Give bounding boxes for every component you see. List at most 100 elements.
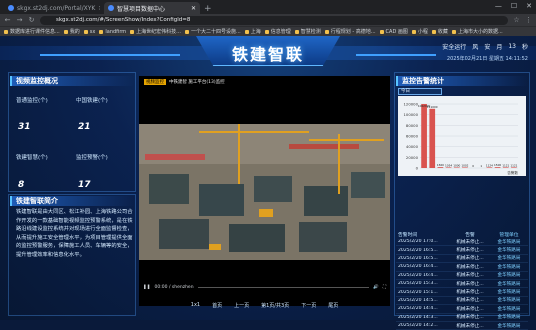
chart-bar[interactable]	[438, 167, 444, 168]
bookmark-item[interactable]: 信息管理	[265, 28, 291, 35]
bookmark-label: 上海市大小的数据...	[458, 28, 503, 35]
video-caption-bar: 视频监控 中铁建智 施工平台(13)监控	[144, 79, 225, 85]
table-row[interactable]: 2025/2/20 15:1...机械未停止...金华铁路局	[396, 288, 528, 296]
chart-bar[interactable]	[454, 167, 460, 168]
pause-icon[interactable]: ❚❚	[143, 285, 151, 290]
folder-icon	[64, 30, 68, 34]
chart-bar[interactable]	[511, 167, 517, 168]
table-header-row: 告警时间 告警 管理单位	[396, 230, 528, 238]
bookmark-label: CAD 画图	[386, 28, 408, 35]
chart-bar[interactable]	[462, 167, 468, 168]
bookmark-item[interactable]: 上海	[245, 28, 261, 35]
chart-bar[interactable]	[429, 109, 435, 168]
bookmark-item[interactable]: sx	[84, 29, 96, 35]
total-monitor-value: 31	[18, 122, 31, 132]
minimize-icon[interactable]: —	[495, 2, 502, 10]
chart-bar[interactable]	[421, 104, 427, 168]
bookmark-label: 行程规划 - 高德地...	[331, 28, 376, 35]
bookmark-item[interactable]: 智慧检测	[295, 28, 321, 35]
smart-monitor-label: 铁建智慧(个)	[16, 153, 48, 161]
close-tab-icon[interactable]: ✕	[191, 5, 196, 12]
reload-icon[interactable]: ↻	[28, 16, 35, 24]
weather-item: 秒	[522, 42, 528, 51]
row-unit: 金华铁路局	[490, 281, 528, 287]
chart-bar[interactable]	[503, 167, 509, 168]
table-row[interactable]: 2025/2/20 14:2...机械未停止...金华铁路局	[396, 322, 528, 330]
row-unit: 金华铁路局	[490, 314, 528, 320]
y-tick-label: 20000	[406, 155, 419, 160]
chart-bar[interactable]	[487, 167, 493, 168]
new-tab-button[interactable]: +	[204, 4, 212, 14]
video-player[interactable]: 视频监控 中铁建智 施工平台(13)监控	[139, 76, 390, 306]
bar-value-label: 1002	[461, 163, 468, 167]
bar-value-label: 1000	[453, 163, 460, 167]
bookmark-item[interactable]: 上海世纪宏伟科技...	[130, 28, 181, 35]
table-row[interactable]: 2025/2/20 16:5...机械未停止...金华铁路局	[396, 246, 528, 254]
bar-value-label: 1500	[494, 163, 501, 167]
menu-dots-icon[interactable]: ⋮	[525, 16, 532, 24]
forward-arrow-icon[interactable]: →	[16, 16, 23, 24]
weather-item: 月	[496, 42, 502, 51]
table-row[interactable]: 2025/2/20 14:4...机械未停止...金华铁路局	[396, 305, 528, 313]
bookmark-item[interactable]: 上海市大小的数据...	[452, 28, 503, 35]
back-arrow-icon[interactable]: ←	[4, 16, 11, 24]
bookmark-item[interactable]: 收藏	[432, 28, 448, 35]
table-row[interactable]: 2025/2/20 14:3...机械未停止...金华铁路局	[396, 314, 528, 322]
tab-label: 智慧项目数据中心	[117, 4, 165, 13]
zoom-select[interactable]: 1x1	[191, 302, 200, 308]
star-icon[interactable]: ☆	[513, 16, 520, 24]
video-progress[interactable]	[198, 287, 370, 288]
row-alert: 机械未停止...	[450, 255, 490, 261]
folder-icon	[432, 30, 436, 34]
address-bar-row: ← → ↻ skgx.st2dj.com/#/ScreenShow/Index?…	[0, 14, 536, 26]
table-row[interactable]: 2025/2/20 16:5...机械未停止...金华铁路局	[396, 255, 528, 263]
browser-tab-portal[interactable]: skgx.st2dj.com/Portal/XYK ✕	[4, 2, 100, 14]
close-window-icon[interactable]: ✕	[526, 2, 532, 10]
folder-icon	[130, 30, 134, 34]
video-frame	[139, 124, 390, 260]
bar-value-label: 1560	[437, 163, 444, 167]
bar-value-label: 1	[480, 164, 482, 168]
folder-icon	[412, 30, 416, 34]
chart-bar[interactable]	[446, 167, 452, 168]
overview-title: 视频监控概况	[10, 76, 134, 86]
row-unit: 金华铁路局	[490, 323, 528, 329]
row-alert: 机械未停止...	[450, 289, 490, 295]
alert-monitor-label: 监控预警(个)	[76, 153, 108, 161]
table-row[interactable]: 2025/2/20 17:0...机械未停止...金华铁路局	[396, 238, 528, 246]
chart-bar[interactable]	[495, 167, 501, 168]
volume-icon[interactable]: 🔊	[373, 285, 379, 290]
bookmark-item[interactable]: CAD 画图	[380, 28, 408, 35]
next-page-button[interactable]: 下一页	[301, 302, 316, 309]
intro-text: 铁建智联是由大同区、松江补园、上海铁路公司合作开发的一款基础智能视频监控预警系统…	[16, 208, 134, 260]
bookmark-item[interactable]: 行程规划 - 高德地...	[325, 28, 376, 35]
browser-tab-dashboard[interactable]: 智慧项目数据中心 ✕	[104, 2, 200, 14]
row-time: 2025/2/20 14:5...	[396, 298, 450, 303]
table-row[interactable]: 2025/2/20 14:5...机械未停止...金华铁路局	[396, 297, 528, 305]
table-row[interactable]: 2025/2/20 16:4...机械未停止...金华铁路局	[396, 263, 528, 271]
url-field[interactable]: skgx.st2dj.com/#/ScreenShow/Index?Config…	[40, 16, 508, 25]
prev-page-button[interactable]: 上一页	[234, 302, 249, 309]
close-tab-icon[interactable]: ✕	[98, 5, 100, 12]
header-alert: 告警	[450, 231, 490, 238]
bookmark-label: 上海	[251, 28, 261, 35]
row-time: 2025/2/20 16:5...	[396, 256, 450, 261]
table-row[interactable]: 2025/2/20 15:3...机械未停止...金华铁路局	[396, 280, 528, 288]
maximize-icon[interactable]: ☐	[511, 2, 517, 10]
first-page-button[interactable]: 首页	[212, 302, 222, 309]
bar-value-label: 1054	[445, 163, 452, 167]
folder-icon	[84, 30, 88, 34]
chart-legend: 告警数	[507, 170, 518, 175]
page-indicator: 第1页/共3页	[261, 302, 289, 309]
period-select[interactable]: 今日	[398, 88, 442, 95]
bookmark-item[interactable]: 小程	[412, 28, 428, 35]
table-row[interactable]: 2025/2/20 16:4...机械未停止...金华铁路局	[396, 272, 528, 280]
window-controls: — ☐ ✕	[495, 2, 532, 10]
bookmark-item[interactable]: 数据库进行课件信息...	[4, 28, 60, 35]
bookmark-item[interactable]: 我的	[64, 28, 80, 35]
bookmark-item[interactable]: landfirm	[99, 29, 126, 35]
last-page-button[interactable]: 尾页	[328, 302, 338, 309]
row-alert: 机械未停止...	[450, 297, 490, 303]
bookmark-item[interactable]: 一个大二十四号设施...	[185, 28, 241, 35]
fullscreen-icon[interactable]: ⛶	[383, 284, 386, 290]
